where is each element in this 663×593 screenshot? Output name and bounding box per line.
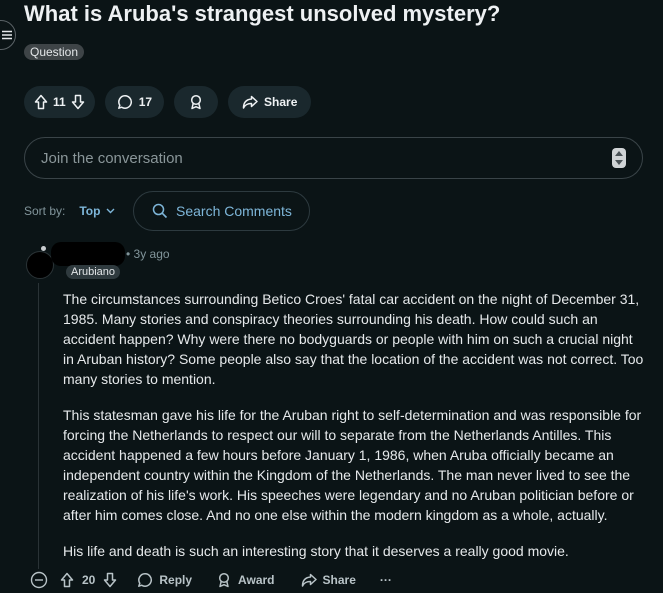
share-label: Share — [264, 95, 298, 109]
comment-vote-control: 20 — [60, 572, 117, 588]
comment-paragraph: This statesman gave his life for the Aru… — [63, 407, 642, 523]
comment-time: • 3y ago — [126, 247, 170, 261]
award-icon — [190, 94, 202, 110]
collapse-icon[interactable] — [30, 571, 48, 589]
award-label: Award — [238, 573, 275, 587]
sort-label: Sort by: — [24, 204, 66, 218]
comments-button[interactable]: 17 — [104, 86, 165, 118]
comment-composer[interactable]: Join the conversation — [24, 137, 643, 179]
caret-down-icon — [615, 159, 623, 165]
online-dot — [41, 246, 46, 251]
search-comments-button[interactable]: Search Comments — [133, 191, 310, 231]
more-options-button[interactable]: ··· — [380, 573, 392, 587]
vote-count: 11 — [53, 95, 66, 109]
composer-placeholder: Join the conversation — [41, 149, 183, 167]
vote-control: 11 — [24, 86, 95, 118]
comment-paragraph: The circumstances surrounding Betico Cro… — [63, 291, 644, 387]
comment-paragraph: His life and death is such an interestin… — [63, 543, 569, 559]
share-icon — [242, 95, 258, 109]
post-actions: 11 17 Share — [24, 86, 312, 118]
sort-value: Top — [79, 204, 101, 218]
comment-icon — [138, 573, 153, 587]
award-button[interactable]: Award — [216, 572, 275, 588]
menu-button[interactable] — [0, 20, 16, 50]
search-comments-label: Search Comments — [176, 203, 292, 219]
comment-count: 17 — [138, 95, 153, 109]
reply-button[interactable]: Reply — [137, 572, 192, 588]
post-title: What is Aruba's strangest unsolved myste… — [24, 1, 501, 26]
more-options-icon: ··· — [379, 573, 392, 587]
upvote-icon[interactable] — [34, 94, 48, 110]
comment-vote-count: 20 — [82, 573, 96, 587]
sort-dropdown[interactable]: Top — [79, 204, 115, 218]
reply-label: Reply — [159, 573, 193, 587]
award-button[interactable] — [174, 86, 219, 118]
avatar[interactable] — [26, 251, 54, 279]
caret-up-icon — [615, 151, 623, 157]
share-button[interactable]: Share — [228, 86, 312, 118]
thread-line[interactable] — [38, 283, 39, 569]
composer-stepper[interactable] — [612, 148, 626, 168]
sort-control: Sort by: Top — [24, 204, 115, 218]
comment-actions: 20 Reply Award Share ··· — [30, 570, 392, 590]
post-page: What is Aruba's strangest unsolved myste… — [0, 0, 663, 593]
downvote-icon[interactable] — [103, 572, 117, 588]
share-icon — [301, 573, 317, 587]
upvote-icon[interactable] — [60, 572, 74, 588]
username-redacted[interactable] — [51, 242, 125, 266]
downvote-icon[interactable] — [71, 94, 85, 110]
search-icon — [152, 203, 168, 219]
comment-body: The circumstances surrounding Betico Cro… — [63, 289, 645, 577]
chevron-down-icon — [106, 208, 115, 214]
comment-icon — [117, 95, 132, 109]
share-button[interactable]: Share — [301, 572, 356, 588]
user-flair: Arubiano — [66, 265, 121, 279]
share-label: Share — [322, 573, 356, 587]
post-flair[interactable]: Question — [24, 44, 85, 60]
hamburger-icon — [2, 30, 12, 40]
award-icon — [218, 572, 230, 588]
